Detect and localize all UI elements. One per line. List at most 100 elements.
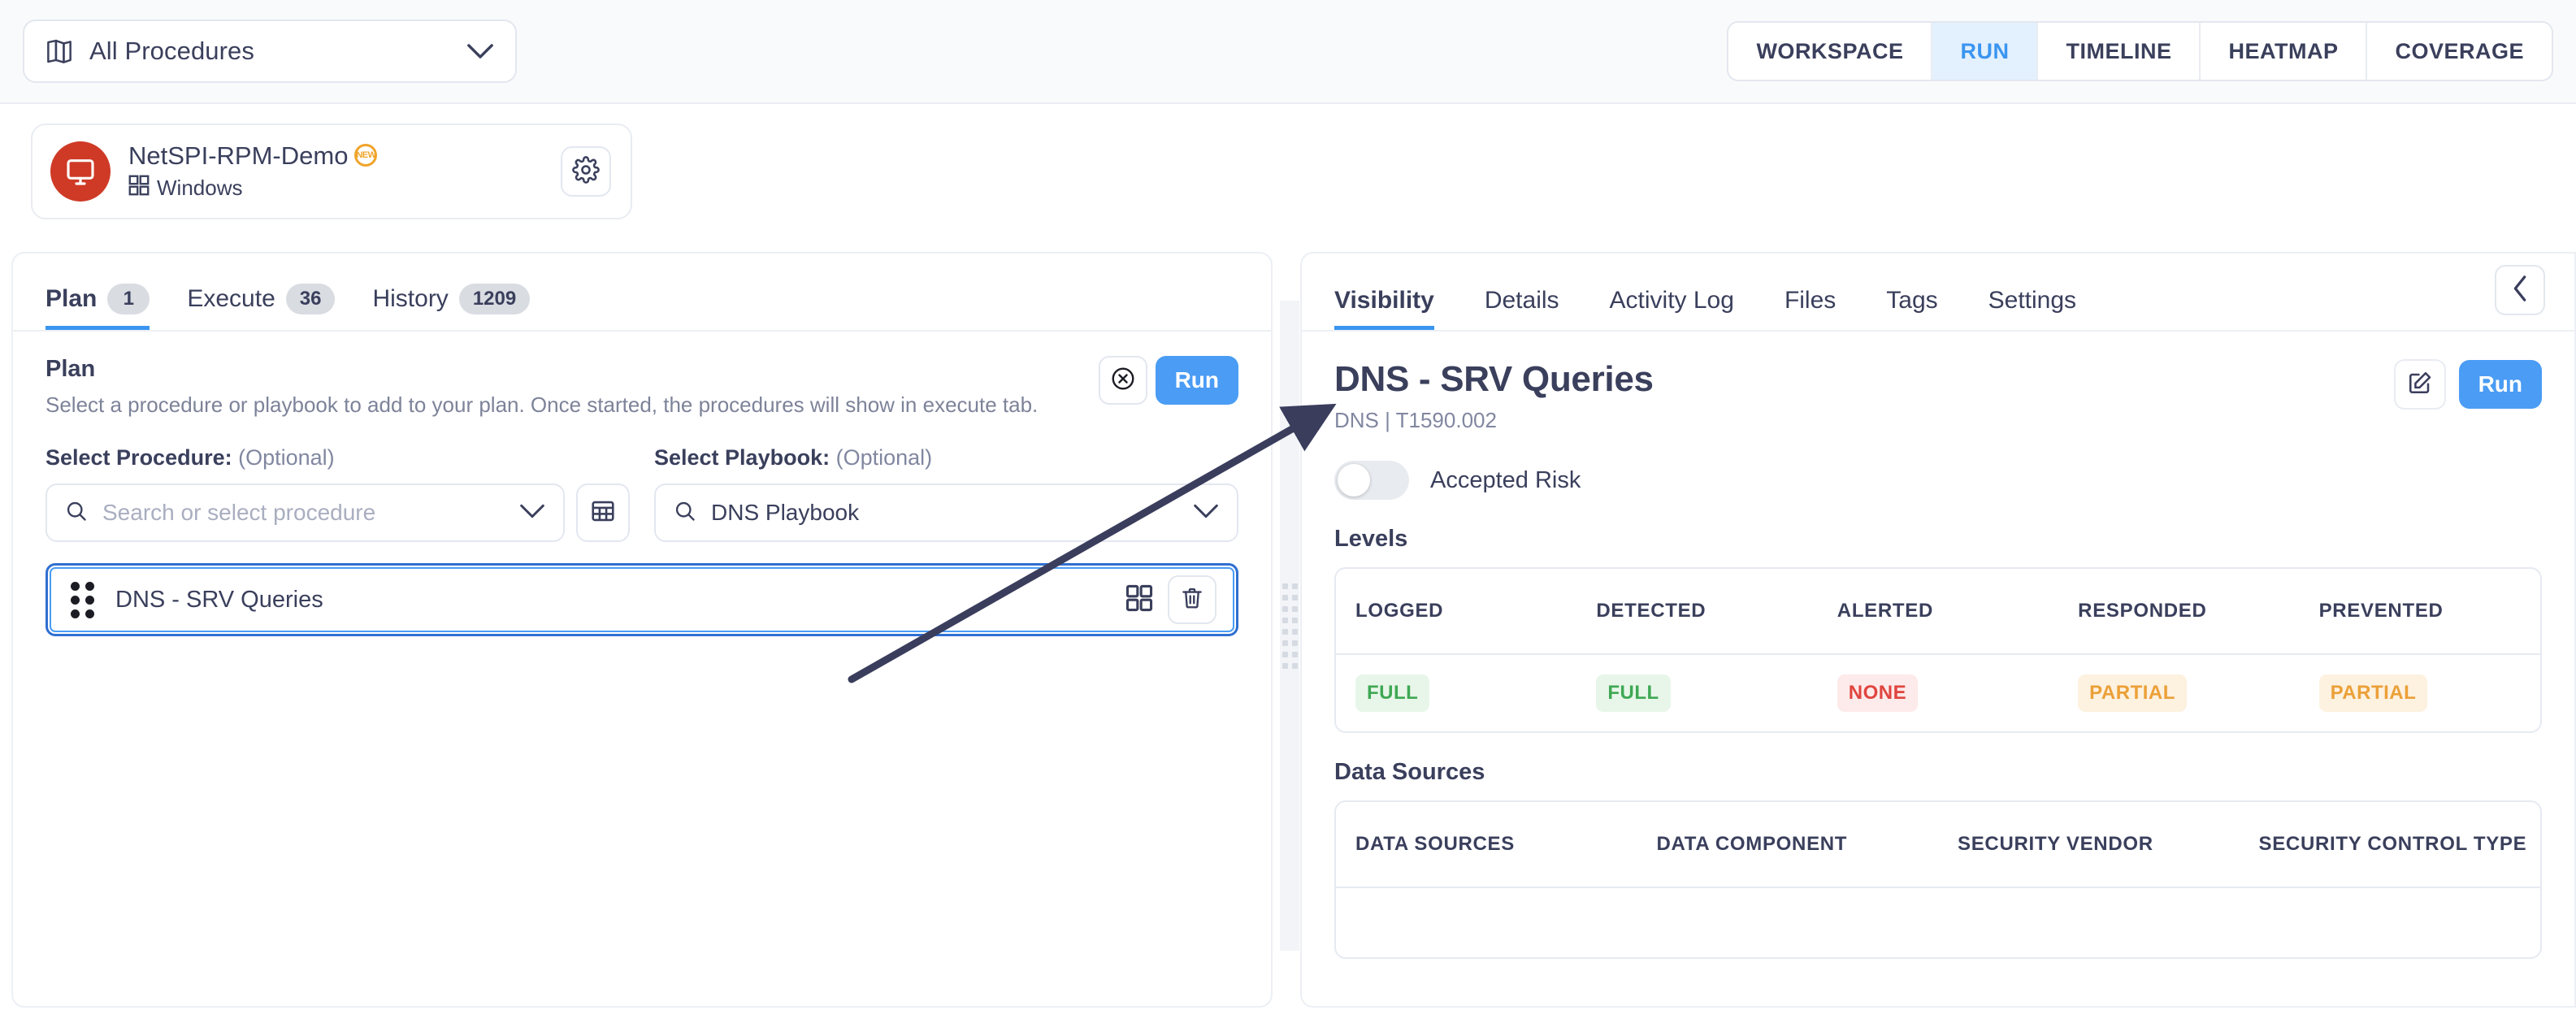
plan-header: Plan Select a procedure or playbook to a… [13, 332, 1271, 418]
data-sources-table-head: DATA SOURCES DATA COMPONENT SECURITY VEN… [1336, 802, 2540, 888]
playbook-selected-value: DNS Playbook [711, 500, 860, 525]
tab-visibility[interactable]: Visibility [1334, 287, 1434, 330]
plan-description: Select a procedure or playbook to add to… [46, 392, 1039, 417]
plan-item-name: DNS - SRV Queries [115, 586, 323, 613]
detail-run-button[interactable]: Run [2458, 360, 2542, 409]
table-row [1336, 887, 2540, 957]
drag-handle-dots-icon[interactable] [71, 581, 94, 618]
tab-details[interactable]: Details [1485, 287, 1559, 330]
host-card[interactable]: NetSPI-RPM-Demo NEW Windows [31, 124, 632, 219]
tab-files[interactable]: Files [1785, 287, 1836, 330]
levels-col-detected: DETECTED [1576, 569, 1818, 655]
edit-procedure-button[interactable] [2393, 359, 2446, 410]
status-badge: PARTIAL [2078, 674, 2187, 712]
tab-plan[interactable]: Plan 1 [46, 284, 150, 330]
host-name: NetSPI-RPM-Demo [128, 141, 349, 170]
ds-col-data-component: DATA COMPONENT [1637, 802, 1938, 888]
nav-tab-timeline[interactable]: TIMELINE [2038, 23, 2201, 80]
tab-execute-label: Execute [187, 285, 275, 312]
playbook-select-label: Select Playbook: (Optional) [654, 445, 1238, 470]
table-row: FULL FULL NONE PARTIAL PARTIAL [1336, 654, 2540, 731]
nav-tab-heatmap[interactable]: HEATMAP [2201, 23, 2368, 80]
levels-table: LOGGED DETECTED ALERTED RESPONDED PREVEN… [1336, 569, 2540, 731]
desktop-monitor-icon [50, 141, 111, 202]
detail-subtitle: DNS | T1590.002 [1334, 408, 1497, 432]
accepted-risk-toggle[interactable] [1334, 461, 1409, 500]
plan-run-button[interactable]: Run [1155, 356, 1238, 405]
tab-tags[interactable]: Tags [1886, 287, 1937, 330]
tab-history[interactable]: History 1209 [372, 284, 531, 330]
host-settings-button[interactable] [561, 146, 611, 197]
detail-header-text: DNS - SRV Queries DNS | T1590.002 [1334, 359, 1654, 433]
procedure-scope-selector[interactable]: All Procedures [23, 20, 517, 83]
levels-col-responded: RESPONDED [2058, 569, 2300, 655]
top-bar: All Procedures WORKSPACE RUN TIMELINE HE… [0, 0, 2576, 104]
chevron-left-icon [2511, 275, 2529, 306]
delete-plan-item-button[interactable] [1168, 575, 1216, 624]
panel-resize-handle[interactable] [1280, 301, 1299, 951]
host-os-label: Windows [157, 176, 243, 201]
nav-tab-coverage[interactable]: COVERAGE [2367, 23, 2552, 80]
playbook-search-input[interactable]: DNS Playbook [654, 483, 1238, 542]
clear-plan-button[interactable] [1098, 356, 1147, 405]
detail-panel: Visibility Details Activity Log Files Ta… [1300, 252, 2576, 1008]
playbook-select-group: Select Playbook: (Optional) DNS Playbook [654, 445, 1238, 542]
host-info: NetSPI-RPM-Demo NEW Windows [128, 141, 543, 202]
circle-x-icon [1110, 366, 1136, 396]
gear-icon [572, 155, 600, 188]
detail-title: DNS - SRV Queries [1334, 359, 1654, 399]
ds-cell-empty-3 [1938, 887, 2240, 957]
levels-cell-responded: PARTIAL [2058, 654, 2299, 731]
data-sources-header-row: DATA SOURCES DATA COMPONENT SECURITY VEN… [1336, 802, 2540, 888]
ds-col-data-sources: DATA SOURCES [1336, 802, 1637, 888]
nav-tab-workspace[interactable]: WORKSPACE [1728, 23, 1933, 80]
plan-item-actions [1125, 575, 1216, 624]
playbook-select-optional: (Optional) [835, 445, 933, 470]
tab-execute[interactable]: Execute 36 [187, 284, 336, 330]
procedure-select-label-text: Select Procedure: [46, 445, 232, 470]
plan-header-text: Plan Select a procedure or playbook to a… [46, 356, 1038, 418]
levels-cell-alerted: NONE [1818, 654, 2058, 731]
plan-actions: Run [1098, 356, 1238, 405]
plan-panel: Plan 1 Execute 36 History 1209 Plan Sele… [11, 252, 1273, 1008]
levels-section-title: Levels [1334, 526, 1408, 552]
status-badge: FULL [1355, 674, 1430, 712]
ds-col-security-control-type: SECURITY CONTROL TYPE [2239, 802, 2540, 888]
tab-activity-log[interactable]: Activity Log [1610, 287, 1734, 330]
four-squares-icon[interactable] [1125, 584, 1153, 616]
detail-actions: Run [2393, 359, 2542, 410]
accepted-risk-label: Accepted Risk [1430, 466, 1581, 493]
plan-title: Plan [46, 356, 96, 382]
data-sources-section-title: Data Sources [1334, 759, 1485, 785]
plan-item-row[interactable]: DNS - SRV Queries [46, 563, 1238, 636]
host-name-row: NetSPI-RPM-Demo NEW [128, 141, 543, 171]
procedure-search-input[interactable]: Search or select procedure [46, 483, 565, 542]
levels-table-head: LOGGED DETECTED ALERTED RESPONDED PREVEN… [1336, 569, 2540, 655]
nav-tab-run[interactable]: RUN [1932, 23, 2039, 80]
data-sources-table: DATA SOURCES DATA COMPONENT SECURITY VEN… [1336, 802, 2540, 957]
levels-cell-logged: FULL [1336, 654, 1576, 731]
book-icon [46, 39, 73, 63]
levels-cell-detected: FULL [1576, 654, 1817, 731]
plan-panel-tabs: Plan 1 Execute 36 History 1209 [13, 254, 1271, 332]
procedure-table-view-button[interactable] [576, 483, 630, 542]
host-os-row: Windows [128, 175, 543, 202]
tab-history-label: History [372, 285, 449, 312]
collapse-panel-button[interactable] [2495, 265, 2545, 315]
plan-items-list: DNS - SRV Queries [13, 542, 1271, 636]
status-badge: PARTIAL [2318, 674, 2428, 712]
accepted-risk-row: Accepted Risk [1302, 433, 2574, 500]
procedure-select-label: Select Procedure: (Optional) [46, 445, 630, 470]
levels-cell-prevented: PARTIAL [2300, 654, 2540, 731]
tab-settings[interactable]: Settings [1988, 287, 2076, 330]
playbook-select-row: DNS Playbook [654, 483, 1238, 542]
edit-pencil-icon [2407, 370, 2433, 400]
procedure-select-optional: (Optional) [238, 445, 335, 470]
chevron-down-icon [1193, 503, 1219, 523]
new-badge: NEW [354, 144, 378, 167]
data-sources-table-card: DATA SOURCES DATA COMPONENT SECURITY VEN… [1334, 800, 2542, 959]
detail-header: DNS - SRV Queries DNS | T1590.002 Run [1302, 332, 2574, 433]
detail-panel-tabs: Visibility Details Activity Log Files Ta… [1302, 254, 2574, 332]
procedure-select-row: Search or select procedure [46, 483, 630, 542]
search-icon [674, 500, 696, 527]
